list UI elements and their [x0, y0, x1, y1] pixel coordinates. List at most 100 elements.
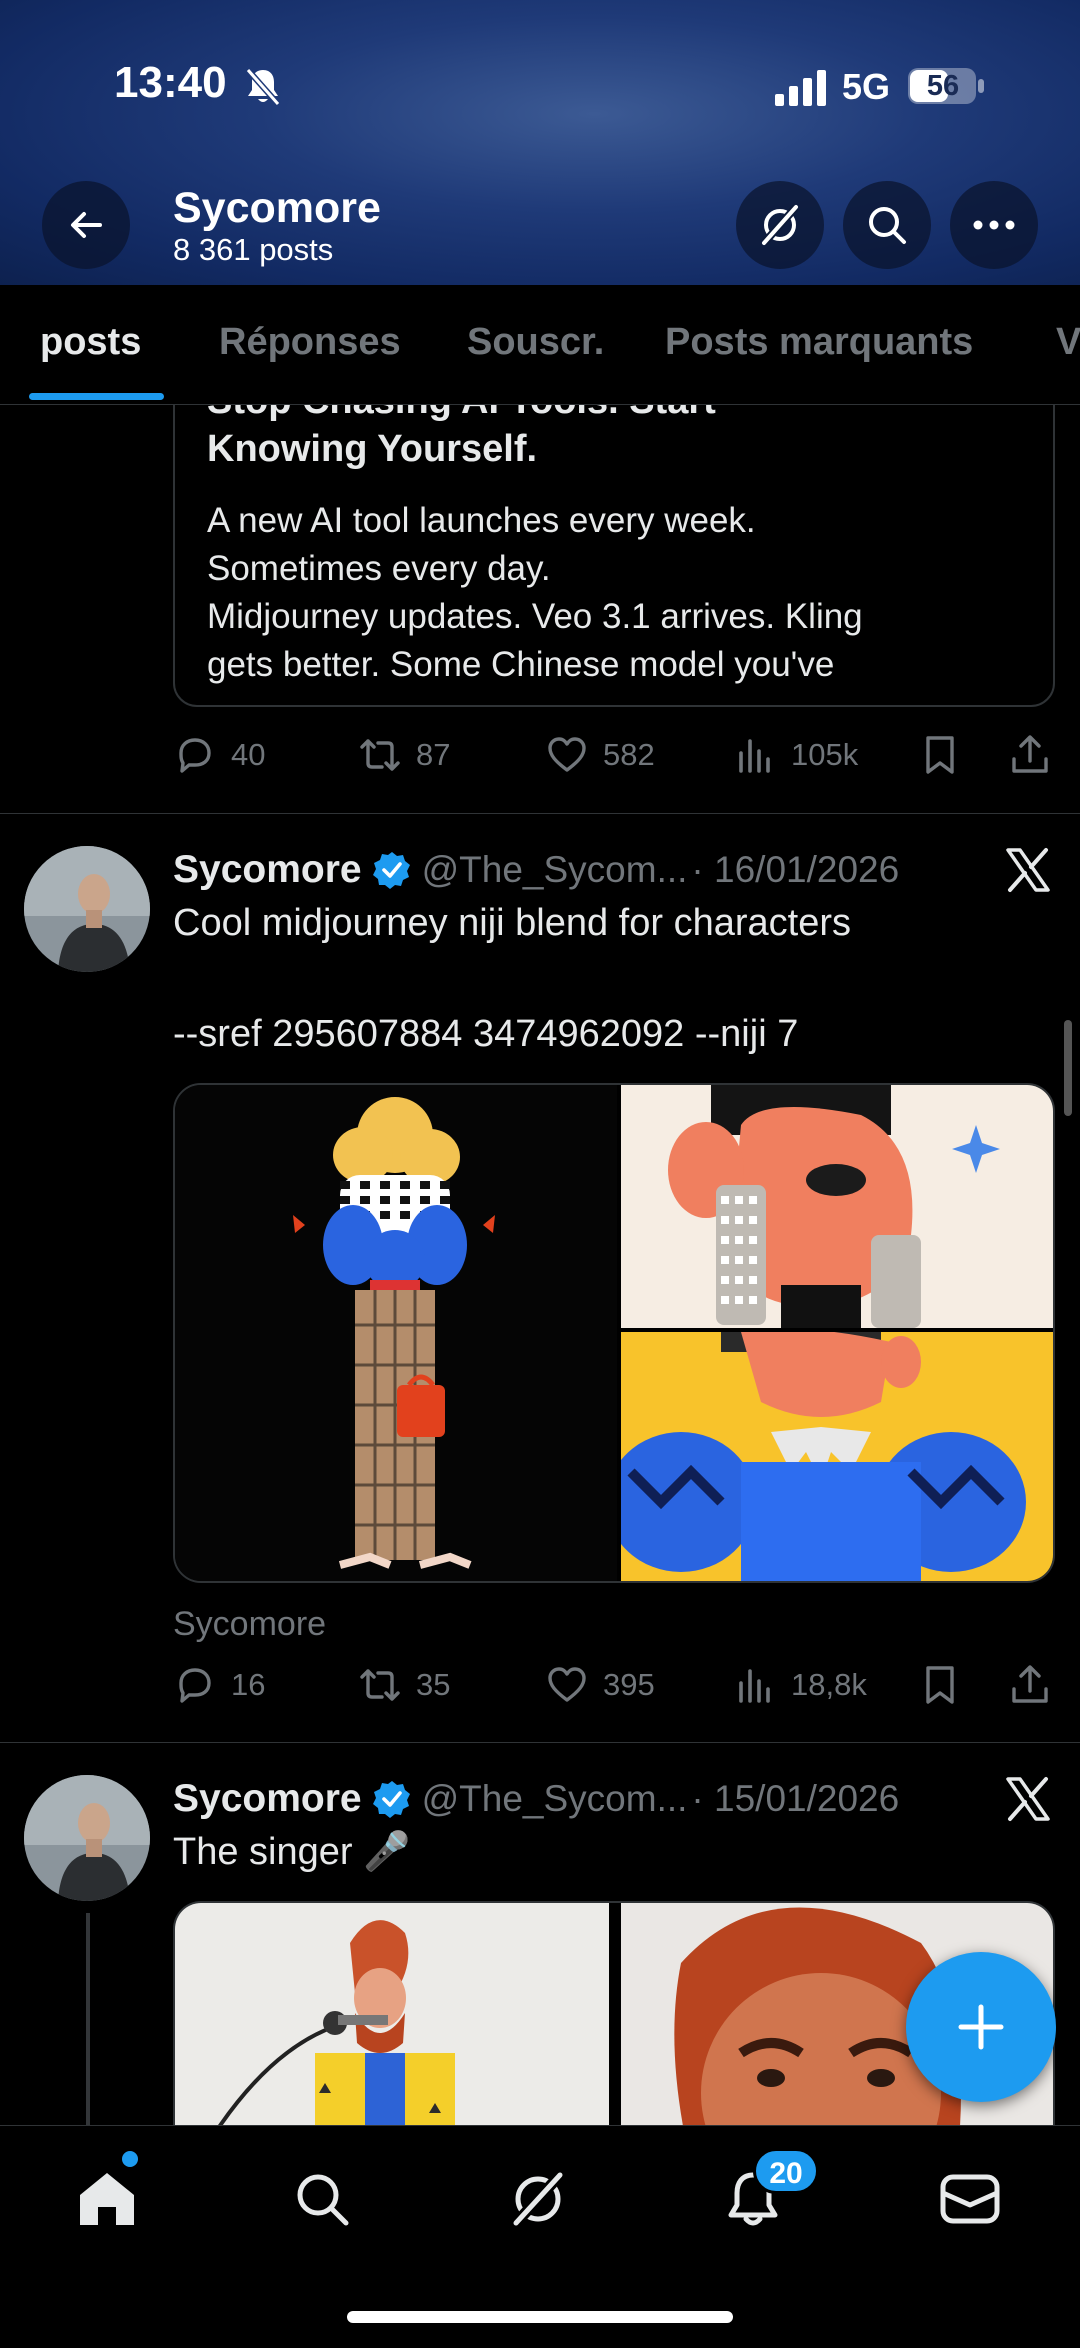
reply-button[interactable]: 40	[173, 725, 265, 785]
post-actions: 16 35 395 18,8k	[173, 1655, 1055, 1715]
reply-icon	[179, 1668, 211, 1703]
post-media-grid[interactable]	[173, 1083, 1055, 1583]
tab-media[interactable]: V	[1056, 321, 1080, 364]
repost-button[interactable]: 87	[358, 725, 450, 785]
more-options-button[interactable]	[950, 181, 1038, 269]
view-count: 105k	[791, 737, 859, 772]
reply-icon	[179, 738, 211, 773]
more-horizontal-icon	[973, 220, 1015, 230]
profile-tabs: posts Réponses Souscr. Posts marquants V	[0, 285, 1080, 405]
reply-count: 16	[231, 1667, 266, 1702]
views-button[interactable]: 105k	[733, 725, 858, 785]
post-text: --sref 295607884 3474962092 --niji 7	[173, 1013, 799, 1055]
home-unread-dot	[122, 2151, 138, 2167]
quoted-article-card[interactable]: Stop Chasing AI Tools. Start Knowing You…	[173, 405, 1055, 707]
avatar-image	[24, 846, 150, 972]
media-image-2[interactable]	[621, 1085, 1053, 1328]
reply-count: 40	[231, 737, 266, 772]
repost-count: 87	[416, 737, 451, 772]
post-header: Sycomore @The_Sycom... · 16/01/2026	[173, 845, 899, 895]
character-illustration	[621, 1332, 1026, 1581]
bookmark-icon	[926, 736, 954, 774]
quoted-article-title: Stop Chasing AI Tools. Start Knowing You…	[207, 405, 1027, 473]
like-count: 395	[603, 1667, 655, 1702]
battery-level: 56	[926, 70, 960, 102]
post-date[interactable]: · 16/01/2026	[691, 849, 899, 891]
repost-count: 35	[416, 1667, 451, 1702]
home-indicator[interactable]	[347, 2311, 733, 2323]
author-name[interactable]: Sycomore	[173, 1777, 362, 1821]
scrollbar[interactable]	[1064, 1020, 1072, 1116]
nav-search[interactable]	[287, 2164, 357, 2234]
verified-badge-icon	[372, 1781, 410, 1818]
share-button[interactable]	[1008, 1655, 1052, 1715]
avatar-image	[24, 1775, 150, 1901]
tab-highlights[interactable]: Posts marquants	[665, 321, 973, 364]
avatar[interactable]	[24, 1775, 150, 1901]
bookmark-icon	[926, 1666, 954, 1704]
plus-icon	[958, 2004, 1004, 2050]
notifications-count-badge: 20	[753, 2148, 819, 2194]
quote-title-line: Stop Chasing AI Tools. Start	[207, 405, 1027, 425]
network-type: 5G	[842, 66, 891, 107]
home-icon	[80, 2173, 134, 2225]
repost-icon	[360, 1669, 400, 1701]
tab-posts[interactable]: posts	[40, 321, 141, 364]
search-button[interactable]	[843, 181, 931, 269]
character-illustration	[668, 1085, 1000, 1328]
quote-body-line: A new AI tool launches every week.	[207, 501, 756, 540]
nav-home[interactable]	[72, 2164, 142, 2234]
thread-line	[86, 1913, 90, 2125]
heart-icon	[548, 1667, 586, 1702]
search-icon	[297, 2174, 349, 2226]
avatar[interactable]	[24, 846, 150, 972]
author-handle[interactable]: @The_Sycom...	[422, 849, 688, 891]
share-icon	[1012, 1665, 1048, 1703]
x-logo-icon[interactable]	[1004, 1775, 1052, 1823]
post-divider	[0, 1742, 1080, 1743]
bell-muted-icon	[245, 68, 281, 106]
like-button[interactable]: 395	[545, 1655, 655, 1715]
tab-replies[interactable]: Réponses	[219, 321, 401, 364]
x-logo-icon[interactable]	[1004, 846, 1052, 894]
media-image-1[interactable]	[175, 1085, 617, 1581]
like-button[interactable]: 582	[545, 725, 655, 785]
posts-feed[interactable]: Stop Chasing AI Tools. Start Knowing You…	[0, 405, 1080, 2125]
view-count: 18,8k	[791, 1667, 867, 1702]
reply-button[interactable]: 16	[173, 1655, 265, 1715]
share-icon	[1012, 735, 1048, 773]
grok-button[interactable]	[736, 181, 824, 269]
bookmark-button[interactable]	[918, 725, 962, 785]
singer-illustration	[218, 1920, 455, 2125]
back-button[interactable]	[42, 181, 130, 269]
author-handle[interactable]: @The_Sycom...	[422, 1778, 688, 1820]
views-chart-icon	[739, 739, 770, 773]
quote-body-line: Sometimes every day.	[207, 549, 551, 588]
repost-icon	[360, 739, 400, 771]
grok-icon	[511, 2171, 565, 2227]
nav-grok[interactable]	[503, 2164, 573, 2234]
media-image-1[interactable]	[175, 1903, 609, 2125]
search-icon	[869, 207, 906, 244]
post-header: Sycomore @The_Sycom... · 15/01/2026	[173, 1774, 899, 1824]
posts-count: 8 361 posts	[173, 232, 334, 267]
share-button[interactable]	[1008, 725, 1052, 785]
arrow-left-icon	[71, 212, 102, 238]
heart-icon	[548, 737, 586, 772]
views-chart-icon	[739, 1669, 770, 1703]
post-text: The singer 🎤	[173, 1831, 411, 1873]
repost-button[interactable]: 35	[358, 1655, 450, 1715]
views-button[interactable]: 18,8k	[733, 1655, 867, 1715]
compose-post-button[interactable]	[906, 1952, 1056, 2102]
tab-subscriptions[interactable]: Souscr.	[467, 321, 604, 364]
author-name[interactable]: Sycomore	[173, 848, 362, 892]
quote-title-line: Knowing Yourself.	[207, 428, 538, 470]
nav-messages[interactable]	[935, 2164, 1005, 2234]
post-actions: 40 87 582 105k	[173, 725, 1055, 785]
post-date[interactable]: · 15/01/2026	[691, 1778, 899, 1820]
profile-header: 13:40 5G 56 Sycomore 8 361 posts	[0, 0, 1080, 285]
media-image-3[interactable]	[621, 1332, 1053, 1581]
post-source: Sycomore	[173, 1605, 327, 1643]
grok-icon	[761, 204, 799, 246]
bookmark-button[interactable]	[918, 1655, 962, 1715]
